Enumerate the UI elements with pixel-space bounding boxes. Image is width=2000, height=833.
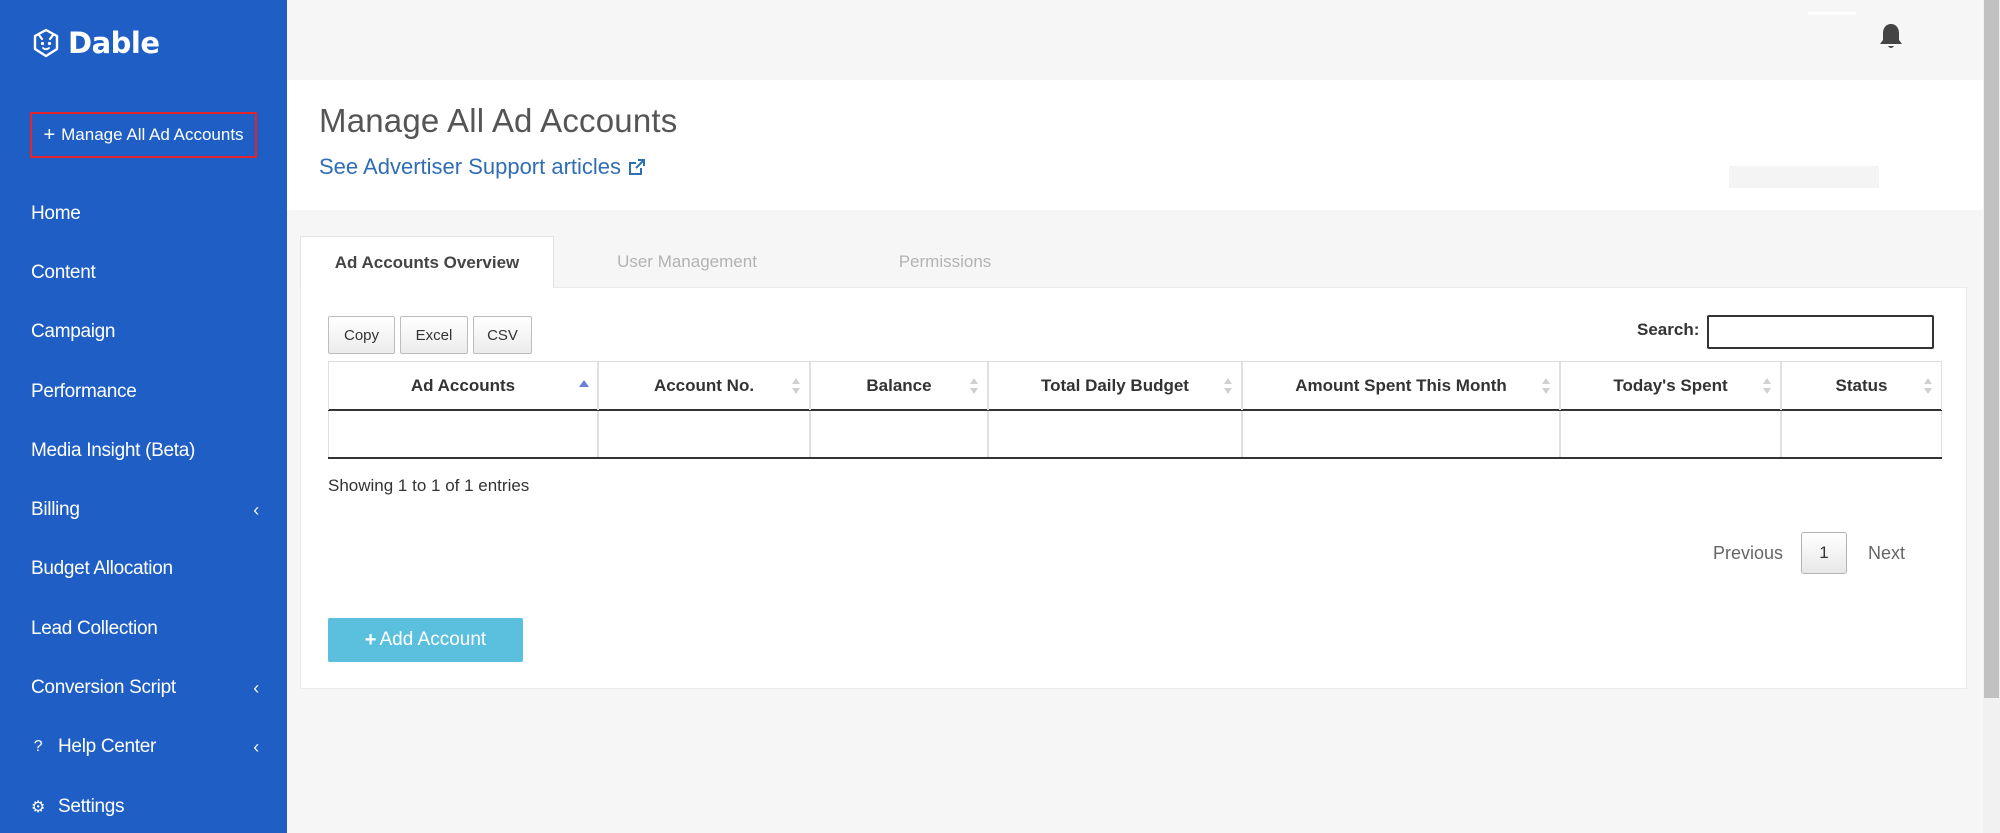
ad-accounts-panel: Copy Excel CSV Search: Ad Accounts Accou… — [300, 287, 1967, 689]
sidebar-item-media-insight[interactable]: Media Insight (Beta) — [0, 421, 287, 480]
column-header-label: Status — [1835, 376, 1888, 395]
sidebar-item-label: Conversion Script — [31, 677, 176, 699]
search-input[interactable] — [1707, 315, 1934, 349]
sidebar-item-label: Help Center — [58, 736, 157, 758]
table-cell — [328, 411, 598, 457]
copy-button[interactable]: Copy — [328, 316, 395, 354]
sidebar-item-label: Campaign — [31, 321, 116, 343]
column-header-amount-spent-this-month[interactable]: Amount Spent This Month — [1242, 362, 1560, 410]
column-header-label: Today's Spent — [1613, 376, 1728, 395]
dable-logo-icon — [33, 28, 59, 58]
column-header-label: Total Daily Budget — [1041, 376, 1189, 395]
column-header-ad-accounts[interactable]: Ad Accounts — [328, 362, 598, 410]
bell-icon[interactable] — [1878, 22, 1904, 50]
column-header-label: Account No. — [653, 376, 755, 395]
sidebar-item-label: Content — [31, 261, 96, 283]
gear-icon: ⚙ — [30, 798, 46, 816]
sidebar-item-content[interactable]: Content — [0, 243, 287, 302]
tab-ad-accounts-overview[interactable]: Ad Accounts Overview — [300, 236, 554, 288]
sidebar-item-label: Lead Collection — [31, 617, 158, 639]
sidebar-item-budget-allocation[interactable]: Budget Allocation — [0, 540, 287, 599]
next-page-button[interactable]: Next — [1868, 532, 1905, 574]
sidebar-item-performance[interactable]: Performance — [0, 362, 287, 421]
chevron-left-icon: ‹ — [253, 499, 259, 520]
sidebar-nav: Home Content Campaign Performance Media … — [0, 184, 287, 833]
support-link-label: See Advertiser Support articles — [319, 154, 622, 179]
column-header-account-no[interactable]: Account No. — [598, 362, 810, 410]
manage-button-label: Manage All Ad Accounts — [61, 125, 244, 144]
table-cell — [1242, 411, 1560, 457]
sidebar-item-campaign[interactable]: Campaign — [0, 303, 287, 362]
plus-icon: + — [364, 628, 377, 651]
sort-icon — [970, 378, 978, 394]
sort-icon — [792, 378, 800, 394]
table-info: Showing 1 to 1 of 1 entries — [328, 476, 530, 495]
tab-user-management[interactable]: User Management — [554, 236, 820, 288]
top-bar — [287, 0, 2000, 80]
sort-icon — [1763, 378, 1771, 394]
table-cell — [810, 411, 988, 457]
sidebar-item-lead-collection[interactable]: Lead Collection — [0, 599, 287, 658]
table-cell — [988, 411, 1242, 457]
csv-button[interactable]: CSV — [473, 316, 532, 354]
sidebar-item-help-center[interactable]: ? Help Center ‹ — [0, 718, 287, 777]
sidebar-item-label: Settings — [58, 795, 125, 817]
dable-logo[interactable]: Dable — [30, 26, 160, 60]
manage-all-ad-accounts-button[interactable]: + Manage All Ad Accounts — [30, 112, 257, 158]
sidebar-item-conversion-script[interactable]: Conversion Script ‹ — [0, 658, 287, 717]
sidebar-item-label: Performance — [31, 380, 137, 402]
tab-label: Ad Accounts Overview — [334, 252, 520, 272]
page-1-button[interactable]: 1 — [1801, 532, 1847, 574]
tab-label: Permissions — [898, 252, 992, 271]
sort-icon — [1542, 378, 1550, 394]
header-placeholder — [1729, 166, 1879, 188]
previous-page-button[interactable]: Previous — [1713, 532, 1783, 574]
scrollbar-thumb[interactable] — [1984, 0, 1999, 698]
sidebar-item-label: Billing — [31, 499, 80, 521]
sort-asc-icon — [579, 380, 589, 387]
column-header-total-daily-budget[interactable]: Total Daily Budget — [988, 362, 1242, 410]
sidebar-item-home[interactable]: Home — [0, 184, 287, 243]
sidebar-item-label: Media Insight (Beta) — [31, 439, 196, 461]
table-cell — [1560, 411, 1781, 457]
plus-icon: + — [43, 124, 56, 146]
sidebar-item-settings[interactable]: ⚙ Settings — [0, 777, 287, 833]
external-link-icon — [629, 159, 646, 175]
sort-icon — [1924, 378, 1932, 394]
column-header-todays-spent[interactable]: Today's Spent — [1560, 362, 1781, 410]
sort-icon — [1224, 378, 1232, 394]
column-header-label: Balance — [866, 376, 932, 395]
add-account-button[interactable]: + Add Account — [328, 618, 523, 662]
column-header-label: Ad Accounts — [410, 376, 516, 395]
sidebar-item-label: Budget Allocation — [31, 558, 173, 580]
add-account-label: Add Account — [379, 629, 487, 650]
question-icon: ? — [33, 738, 43, 756]
tab-permissions[interactable]: Permissions — [820, 236, 1070, 288]
page-header: Manage All Ad Accounts See Advertiser Su… — [287, 80, 1983, 210]
table-header: Ad Accounts Account No. Balance Total Da… — [328, 361, 1942, 411]
table-cell — [1781, 411, 1942, 457]
sidebar-item-label: Home — [31, 202, 81, 224]
column-header-label: Amount Spent This Month — [1295, 376, 1507, 395]
tab-bar: Ad Accounts Overview User Management Per… — [300, 236, 1070, 288]
excel-button[interactable]: Excel — [400, 316, 468, 354]
page-title: Manage All Ad Accounts — [319, 102, 678, 139]
table-cell — [598, 411, 810, 457]
chevron-left-icon: ‹ — [253, 677, 259, 698]
table-row — [328, 411, 1942, 459]
chevron-left-icon: ‹ — [253, 736, 259, 757]
top-bar-indicator — [1808, 12, 1856, 15]
logo-text: Dable — [68, 26, 160, 60]
sidebar: Dable + Manage All Ad Accounts Home Cont… — [0, 0, 287, 833]
search-label: Search: — [1637, 320, 1700, 339]
sidebar-item-billing[interactable]: Billing ‹ — [0, 480, 287, 539]
tab-label: User Management — [617, 252, 757, 271]
column-header-status[interactable]: Status — [1781, 362, 1942, 410]
column-header-balance[interactable]: Balance — [810, 362, 988, 410]
advertiser-support-link[interactable]: See Advertiser Support articles — [319, 154, 647, 180]
ad-accounts-table: Ad Accounts Account No. Balance Total Da… — [328, 361, 1942, 459]
